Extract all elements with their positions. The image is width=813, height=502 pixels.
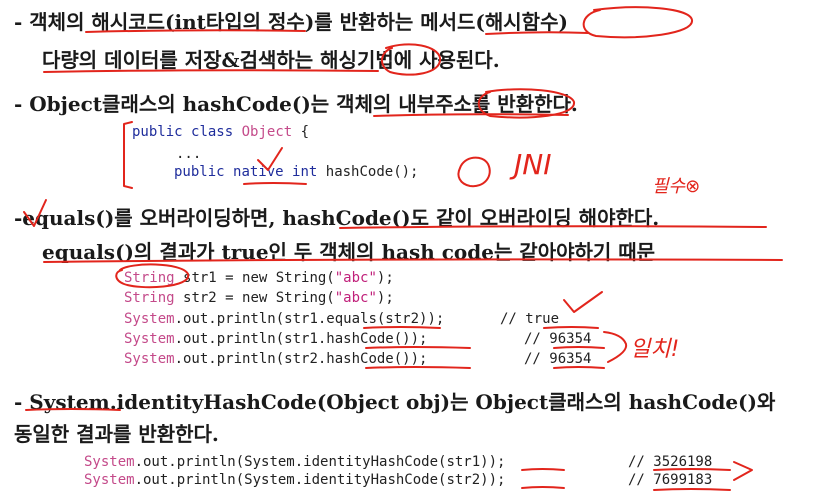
code-equals-call: System.out.println(str1.equals(str2)); (124, 311, 444, 327)
code-keyword: public (174, 164, 225, 180)
underline-hash1-value (553, 346, 605, 349)
code-hashcode1-call: System.out.println(str1.hashCode()); (124, 331, 427, 347)
code-type: System (84, 454, 135, 470)
code-type: String (124, 290, 175, 306)
lecture-slide: { "prose": { "l1": "- 객체의 해시코드(int타입의 정수… (0, 0, 813, 502)
code-hashcode-decl: public native int hashCode(); (174, 164, 418, 180)
circle-hashcode-paren (457, 156, 491, 188)
code-keyword: int (292, 164, 318, 180)
code-type: System (124, 331, 175, 347)
code-keyword: native (233, 164, 284, 180)
code-comment-true: // true (500, 311, 560, 327)
text-equals-reason: equals()의 결과가 true인 두 객체의 hash code는 같아야… (42, 240, 656, 264)
underline-hashcode2 (365, 366, 471, 369)
code-identity-call1: System.out.println(System.identityHashCo… (84, 454, 505, 470)
code-text: str2 = new String( (183, 290, 335, 306)
text-equals-override: -equals()를 오버라이딩하면, hashCode()도 같이 오버라이딩… (14, 206, 660, 230)
brace-hash-match (603, 331, 628, 363)
code-identity-call2: System.out.println(System.identityHashCo… (84, 472, 505, 488)
code-str1-decl: String str1 = new String("abc"); (124, 270, 394, 286)
text-same-result: 동일한 결과를 반환한다. (14, 422, 219, 446)
code-comment-hash2: // 96354 (524, 351, 592, 367)
underline-str1 (521, 468, 565, 471)
underline-identity2-value (653, 488, 731, 491)
code-type: System (124, 351, 175, 367)
arrow-identity-diff (733, 461, 753, 481)
underline-equals-call (363, 326, 441, 329)
text-hashcode-definition: - 객체의 해시코드(int타입의 정수)를 반환하는 메서드(해시함수) (14, 10, 568, 34)
code-str2-decl: String str2 = new String("abc"); (124, 290, 394, 306)
annotation-ilchi: 일치! (630, 337, 679, 362)
code-text: .out.println(str1.hashCode()); (174, 331, 428, 347)
code-string: "abc" (334, 270, 377, 286)
code-text: ); (376, 290, 394, 306)
code-type: String (124, 270, 175, 286)
code-class-decl: public class Object { (132, 124, 309, 140)
code-comment-identity2: // 7699183 (628, 472, 713, 488)
code-keyword: public (132, 124, 183, 140)
code-keyword: class (191, 124, 234, 140)
underline-hash2-value (553, 366, 605, 369)
code-ellipsis: ... (176, 146, 202, 162)
text-object-hashcode: - Object클래스의 hashCode()는 객체의 내부주소를 반환한다. (14, 92, 578, 116)
code-method: hashCode(); (325, 164, 419, 180)
underline-hashcode1 (365, 346, 471, 349)
code-type: System (84, 472, 135, 488)
code-string: "abc" (334, 290, 377, 306)
annotation-jni: JNI (509, 148, 551, 181)
code-text: .out.println(System.identityHashCode(str… (134, 454, 506, 470)
text-identity-hashcode: - System.identityHashCode(Object obj)는 O… (14, 390, 776, 414)
code-type: Object (241, 124, 293, 140)
code-comment-hash1: // 96354 (524, 331, 592, 347)
bracket-code-block (123, 121, 133, 189)
code-brace: { (292, 124, 310, 140)
underline-str2 (521, 486, 565, 489)
code-hashcode2-call: System.out.println(str2.hashCode()); (124, 351, 427, 367)
code-comment-identity1: // 3526198 (628, 454, 713, 470)
code-type: System (124, 311, 175, 327)
code-text: ); (376, 270, 394, 286)
code-text: .out.println(System.identityHashCode(str… (134, 472, 506, 488)
underline-native (243, 182, 307, 185)
text-hashing-usage: 다량의 데이터를 저장&검색하는 해싱기법에 사용된다. (42, 48, 500, 72)
annotation-pilsu: 필수⊗ (652, 176, 700, 197)
underline-true (543, 326, 599, 329)
code-text: .out.println(str1.equals(str2)); (174, 311, 445, 327)
circle-hash-function (582, 6, 693, 39)
code-text: str1 = new String( (183, 270, 335, 286)
code-text: .out.println(str2.hashCode()); (174, 351, 428, 367)
check-true (563, 291, 603, 313)
